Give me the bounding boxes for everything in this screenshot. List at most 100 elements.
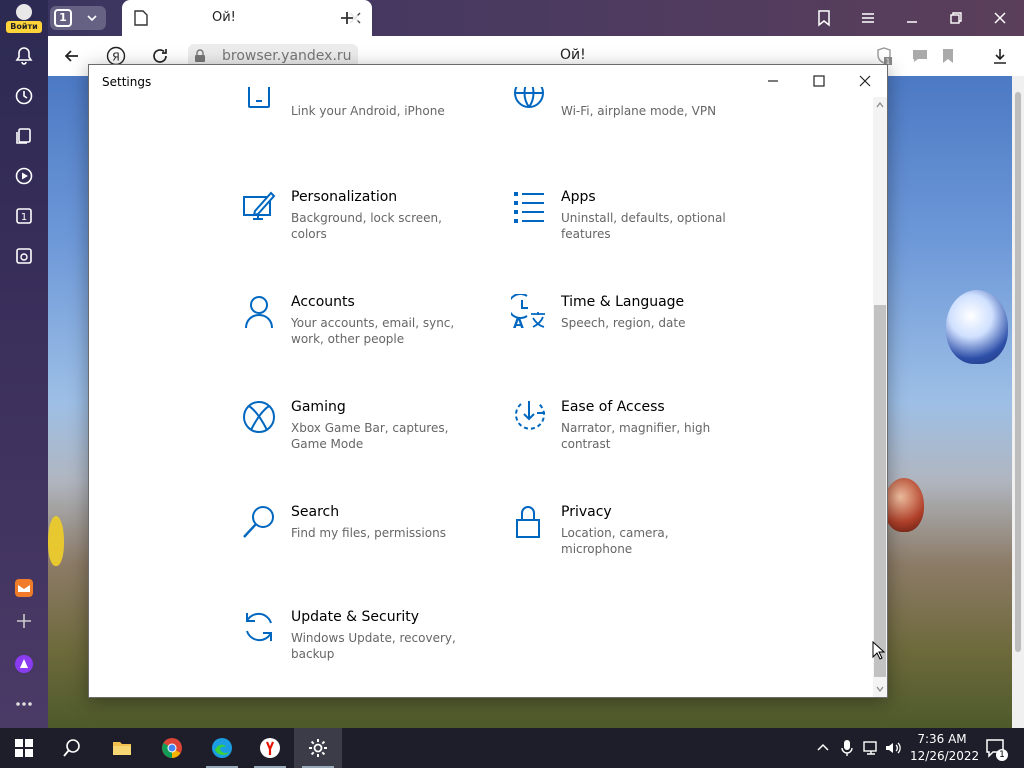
balloon-image (946, 290, 1008, 364)
tile-desc: Uninstall, defaults, optional features (561, 211, 726, 241)
tile-desc: Xbox Game Bar, captures, Game Mode (291, 421, 449, 451)
bookmarks-panel-icon[interactable] (814, 8, 834, 28)
yandex-home-icon[interactable]: Я (106, 46, 126, 66)
settings-tile-time-language[interactable]: A Time & Language Speech, region, date (507, 293, 771, 374)
page-title: Ой! (560, 47, 586, 63)
yandex-letter: Я (112, 51, 120, 64)
tab-count: 1 (54, 9, 72, 27)
settings-tile-phone[interactable]: Link your Android, iPhone (241, 87, 501, 127)
taskbar-clock[interactable]: 7:36 AM 12/26/2022 (910, 731, 980, 765)
microphone-icon[interactable] (838, 739, 856, 757)
tile-name: Search (291, 504, 340, 520)
settings-window-title: Settings (102, 75, 152, 89)
svg-text:A: A (513, 316, 524, 330)
chrome-icon (162, 738, 182, 758)
menu-icon[interactable] (858, 8, 878, 28)
tile-desc: Wi-Fi, airplane mode, VPN (561, 104, 717, 118)
show-hidden-icons-chevron-up-icon[interactable] (814, 739, 832, 757)
comment-icon[interactable] (910, 46, 930, 66)
volume-icon[interactable] (884, 739, 902, 757)
tile-name: Privacy (561, 504, 612, 520)
apps-list-icon (511, 189, 547, 225)
protect-shield-icon[interactable]: 1 (874, 46, 894, 66)
url-text: browser.yandex.ru (222, 48, 352, 64)
settings-taskbar-button[interactable] (294, 728, 342, 768)
alice-assistant-icon[interactable] (0, 646, 48, 682)
file-explorer-button[interactable] (98, 728, 146, 768)
start-button[interactable] (0, 728, 48, 768)
settings-tile-apps[interactable]: Apps Uninstall, defaults, optional featu… (511, 189, 771, 269)
settings-close-icon[interactable] (855, 71, 875, 91)
close-browser-icon[interactable] (990, 8, 1010, 28)
tile-name: Personalization (291, 189, 398, 205)
add-service-icon[interactable] (0, 603, 48, 639)
settings-tile-search[interactable]: Search Find my files, permissions (241, 504, 501, 584)
scroll-up-icon[interactable] (876, 101, 884, 109)
settings-tile-ease-of-access[interactable]: Ease of Access Narrator, magnifier, high… (511, 399, 771, 479)
mouse-cursor-icon (872, 641, 886, 660)
taskbar: 7:36 AM 12/26/2022 1 (0, 728, 1024, 768)
tile-name: Ease of Access (561, 399, 665, 415)
yandex-browser-button[interactable] (246, 728, 294, 768)
back-arrow-icon[interactable] (62, 46, 82, 66)
tile-name: Update & Security (291, 609, 420, 625)
more-dots-icon[interactable] (0, 686, 48, 722)
tile-desc: Location, camera, microphone (561, 526, 669, 556)
new-tab-button[interactable] (336, 7, 358, 29)
network-icon[interactable] (862, 739, 880, 757)
balloon-image (48, 516, 64, 566)
windows-logo-icon (15, 739, 33, 757)
person-icon (241, 294, 277, 330)
chevron-down-icon (87, 15, 97, 22)
taskbar-search-button[interactable] (48, 728, 96, 768)
minimize-icon[interactable] (902, 8, 922, 28)
notifications-bell-icon[interactable] (0, 38, 48, 74)
folder-icon (113, 742, 131, 755)
screenshot-camera-icon[interactable] (0, 238, 48, 274)
tile-desc: Windows Update, recovery, backup (291, 631, 456, 661)
edge-button[interactable] (198, 728, 246, 768)
action-center-button[interactable]: 1 (984, 737, 1008, 761)
settings-tile-gaming[interactable]: Gaming Xbox Game Bar, captures, Game Mod… (241, 399, 501, 479)
balloon-image (884, 478, 924, 532)
login-button[interactable]: Войти (6, 4, 42, 33)
history-clock-icon[interactable] (0, 78, 48, 114)
settings-maximize-icon[interactable] (809, 71, 829, 91)
tile-desc: Narrator, magnifier, high contrast (561, 421, 711, 451)
settings-tile-personalization[interactable]: Personalization Background, lock screen,… (241, 189, 501, 269)
settings-tile-update-security[interactable]: Update & Security Windows Update, recove… (241, 609, 501, 689)
active-tab[interactable]: Ой! (122, 0, 372, 36)
settings-scrollbar-thumb[interactable] (874, 305, 886, 677)
sidebar-badge-text: 1 (21, 212, 27, 223)
login-label: Войти (6, 21, 42, 33)
scroll-down-icon[interactable] (876, 685, 884, 693)
lock-icon (195, 49, 205, 62)
restore-icon[interactable] (946, 8, 966, 28)
page-scrollbar-thumb[interactable] (1015, 92, 1021, 652)
page-scrollbar[interactable] (1012, 76, 1024, 728)
mail-icon[interactable] (0, 570, 48, 606)
collections-icon[interactable] (0, 118, 48, 154)
tab-counter-sidebar-icon[interactable]: 1 (0, 198, 48, 234)
settings-window: Settings Link your Android, iPhone Wi-Fi… (88, 64, 888, 698)
settings-scrollbar[interactable] (873, 97, 887, 697)
tile-desc: Link your Android, iPhone (291, 104, 445, 118)
settings-tile-privacy[interactable]: Privacy Location, camera, microphone (511, 504, 771, 584)
bookmark-icon[interactable] (938, 46, 958, 66)
tab-counter-button[interactable]: 1 (50, 6, 106, 30)
yandex-browser-icon (260, 738, 280, 758)
notification-badge: 1 (996, 749, 1008, 761)
download-icon[interactable] (990, 46, 1010, 66)
clock-time: 7:36 AM (917, 732, 967, 746)
lock-icon (511, 504, 547, 540)
tile-name: Gaming (291, 399, 346, 415)
play-video-icon[interactable] (0, 158, 48, 194)
phone-icon (241, 87, 277, 115)
tile-name: Time & Language (561, 294, 685, 310)
chrome-button[interactable] (148, 728, 196, 768)
settings-tile-network[interactable]: Wi-Fi, airplane mode, VPN (511, 87, 771, 127)
clock-date: 12/26/2022 (910, 749, 980, 763)
settings-tile-accounts[interactable]: Accounts Your accounts, email, sync, wor… (241, 294, 501, 374)
reload-icon[interactable] (150, 46, 170, 66)
tab-title: Ой! (212, 10, 236, 25)
